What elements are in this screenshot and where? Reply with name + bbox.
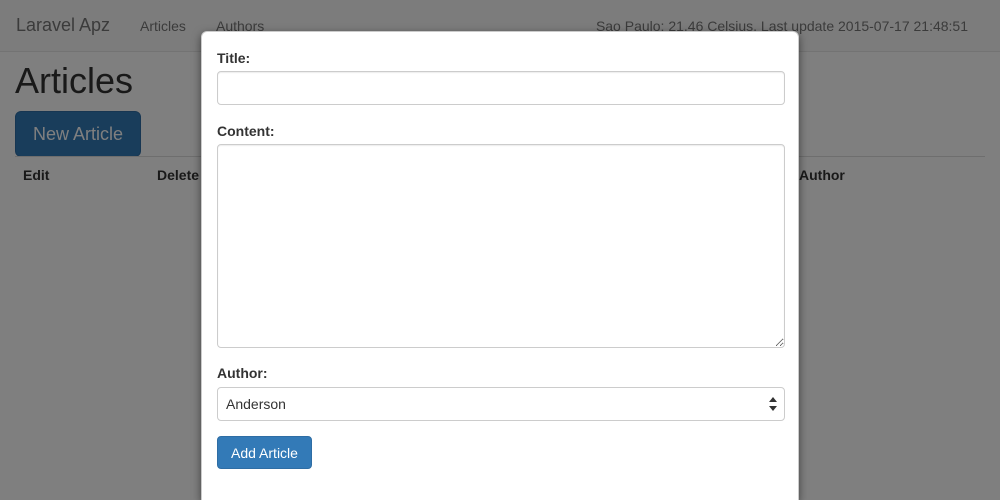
author-selected-value: Anderson (226, 396, 286, 412)
add-article-button[interactable]: Add Article (217, 436, 312, 469)
title-label: Title: (217, 50, 251, 66)
author-label: Author: (217, 365, 268, 381)
title-input[interactable] (217, 71, 785, 105)
updown-arrows-icon (769, 397, 777, 411)
author-select[interactable]: Anderson (217, 387, 785, 421)
content-textarea[interactable] (217, 144, 785, 348)
add-article-modal: Title: Content: Author: Anderson Add Art… (201, 31, 799, 500)
content-label: Content: (217, 123, 275, 139)
